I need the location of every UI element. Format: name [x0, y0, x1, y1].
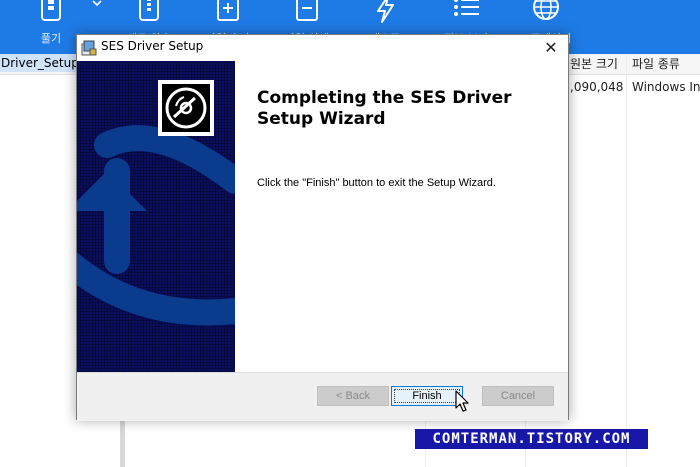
mouse-cursor-icon — [455, 390, 469, 412]
column-divider — [626, 54, 627, 467]
zip-icon — [139, 0, 159, 21]
wizard-heading: Completing the SES Driver Setup Wizard — [257, 88, 512, 129]
column-header-original-size[interactable]: 원본 크기 — [570, 54, 618, 74]
focus-ring — [394, 389, 460, 403]
row-original-size: ,090,048 — [570, 80, 624, 94]
column-header-file-type[interactable]: 파일 종류 — [632, 54, 680, 74]
cancel-button[interactable]: Cancel — [482, 386, 554, 406]
extract-icon — [41, 0, 61, 21]
info-list-icon — [454, 0, 479, 16]
codepage-globe-icon — [533, 0, 559, 20]
dialog-title: SES Driver Setup — [101, 39, 204, 53]
back-button[interactable]: < Back — [317, 386, 389, 406]
finish-button[interactable]: Finish — [391, 386, 463, 406]
disc-icon — [165, 87, 207, 129]
wizard-body-text: Click the "Finish" button to exit the Se… — [257, 177, 496, 189]
chevron-down-icon[interactable] — [92, 0, 102, 8]
close-icon: ✕ — [544, 38, 558, 57]
watermark: COMTERMAN.TISTORY.COM — [415, 429, 648, 449]
file-list-selected-filename[interactable]: Driver_Setup_ — [0, 54, 77, 72]
setup-logo — [158, 80, 214, 136]
test-lightning-icon — [377, 0, 394, 23]
dialog-button-bar: < Back Finish Cancel — [77, 372, 568, 421]
add-file-icon — [217, 0, 239, 21]
close-button[interactable]: ✕ — [534, 35, 568, 61]
delete-file-icon — [296, 0, 318, 21]
installer-icon — [81, 40, 97, 56]
setup-dialog: SES Driver Setup ✕ Completing the SES Dr… — [76, 34, 569, 421]
file-list-scroll-strip — [120, 420, 125, 467]
row-file-type: Windows Ins — [632, 80, 700, 94]
wizard-side-banner — [77, 61, 235, 372]
dialog-titlebar[interactable]: SES Driver Setup ✕ — [77, 35, 568, 61]
